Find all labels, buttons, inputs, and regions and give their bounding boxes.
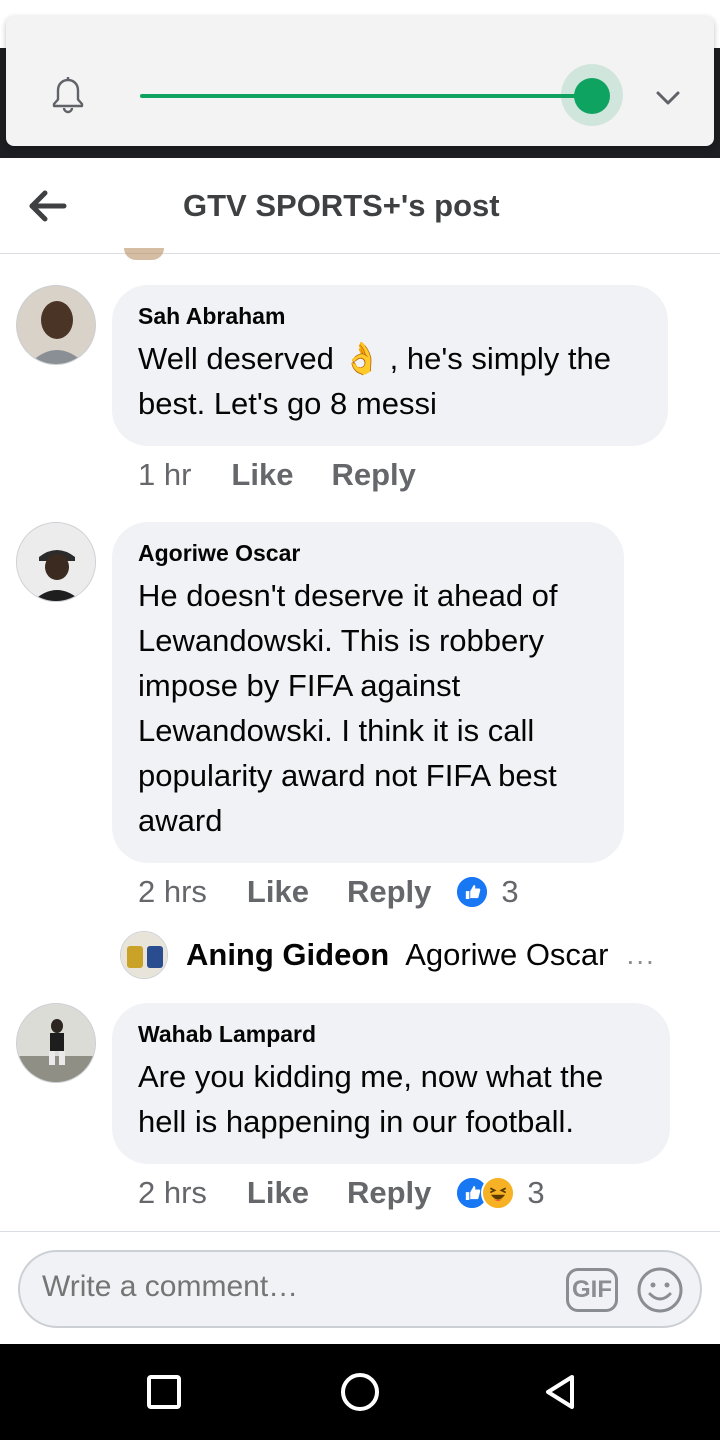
comment-actions: 2 hrs Like Reply 3 (138, 1173, 545, 1213)
comment-time[interactable]: 1 hr (138, 457, 191, 493)
reply-author[interactable]: Aning Gideon (186, 937, 389, 973)
gif-button[interactable]: GIF (566, 1268, 618, 1312)
system-nav-bar (0, 1344, 720, 1440)
reply-preview[interactable]: Aning Gideon Agoriwe Oscar ... (120, 930, 656, 980)
reaction-summary[interactable]: 3 (455, 874, 519, 910)
comment-text: He doesn't deserve it ahead of Lewandows… (138, 578, 558, 838)
avatar-photo (17, 1004, 95, 1082)
comment-actions: 2 hrs Like Reply 3 (138, 872, 519, 912)
reaction-count: 3 (527, 1175, 545, 1210)
like-reaction-icon (455, 875, 490, 909)
avatar[interactable] (16, 522, 96, 602)
like-button[interactable]: Like (247, 1175, 309, 1211)
comment-author[interactable]: Sah Abraham (138, 303, 642, 330)
partial-avatar (124, 248, 164, 260)
comment-composer-area: GIF (0, 1231, 720, 1343)
avatar[interactable] (120, 931, 168, 979)
comment-actions: 1 hr Like Reply (138, 455, 416, 495)
bell-icon[interactable] (46, 74, 90, 118)
avatar-photo (121, 932, 167, 978)
back-arrow-icon[interactable] (26, 186, 68, 226)
more-icon[interactable]: ... (627, 939, 656, 971)
comment-time[interactable]: 2 hrs (138, 1175, 207, 1211)
reaction-summary[interactable]: 3 (455, 1175, 545, 1211)
comment-bubble[interactable]: Sah Abraham Well deserved 👌 , he's simpl… (112, 285, 668, 446)
recents-icon[interactable] (144, 1372, 184, 1412)
comment-author[interactable]: Wahab Lampard (138, 1021, 644, 1048)
chevron-down-icon[interactable] (654, 84, 682, 112)
volume-slider-thumb[interactable] (574, 78, 610, 114)
reply-text: Agoriwe Oscar (405, 937, 609, 972)
back-icon[interactable] (540, 1372, 580, 1412)
avatar[interactable] (16, 1003, 96, 1083)
emoji-icon[interactable] (636, 1266, 684, 1314)
home-icon[interactable] (338, 1370, 382, 1414)
reply-button[interactable]: Reply (331, 457, 415, 493)
reply-button[interactable]: Reply (347, 874, 431, 910)
comment-text: Are you kidding me, now what the hell is… (138, 1059, 604, 1139)
comment-bubble[interactable]: Wahab Lampard Are you kidding me, now wh… (112, 1003, 670, 1164)
avatar-photo (17, 286, 95, 364)
haha-reaction-icon (481, 1176, 516, 1210)
comment-bubble[interactable]: Agoriwe Oscar He doesn't deserve it ahea… (112, 522, 624, 863)
volume-panel (6, 16, 714, 146)
like-button[interactable]: Like (247, 874, 309, 910)
comment-time[interactable]: 2 hrs (138, 874, 207, 910)
comment-author[interactable]: Agoriwe Oscar (138, 540, 598, 567)
reaction-count: 3 (501, 874, 519, 909)
comment-text: Well deserved 👌 , he's simply the best. … (138, 341, 611, 421)
like-button[interactable]: Like (231, 457, 293, 493)
volume-slider-track[interactable] (140, 94, 592, 98)
comment-composer[interactable]: GIF (18, 1250, 702, 1328)
avatar-photo (17, 523, 95, 601)
avatar[interactable] (16, 285, 96, 365)
comment-input[interactable] (42, 1270, 542, 1304)
post-header: GTV SPORTS+'s post (0, 158, 720, 254)
page-title: GTV SPORTS+'s post (183, 188, 500, 223)
reply-button[interactable]: Reply (347, 1175, 431, 1211)
